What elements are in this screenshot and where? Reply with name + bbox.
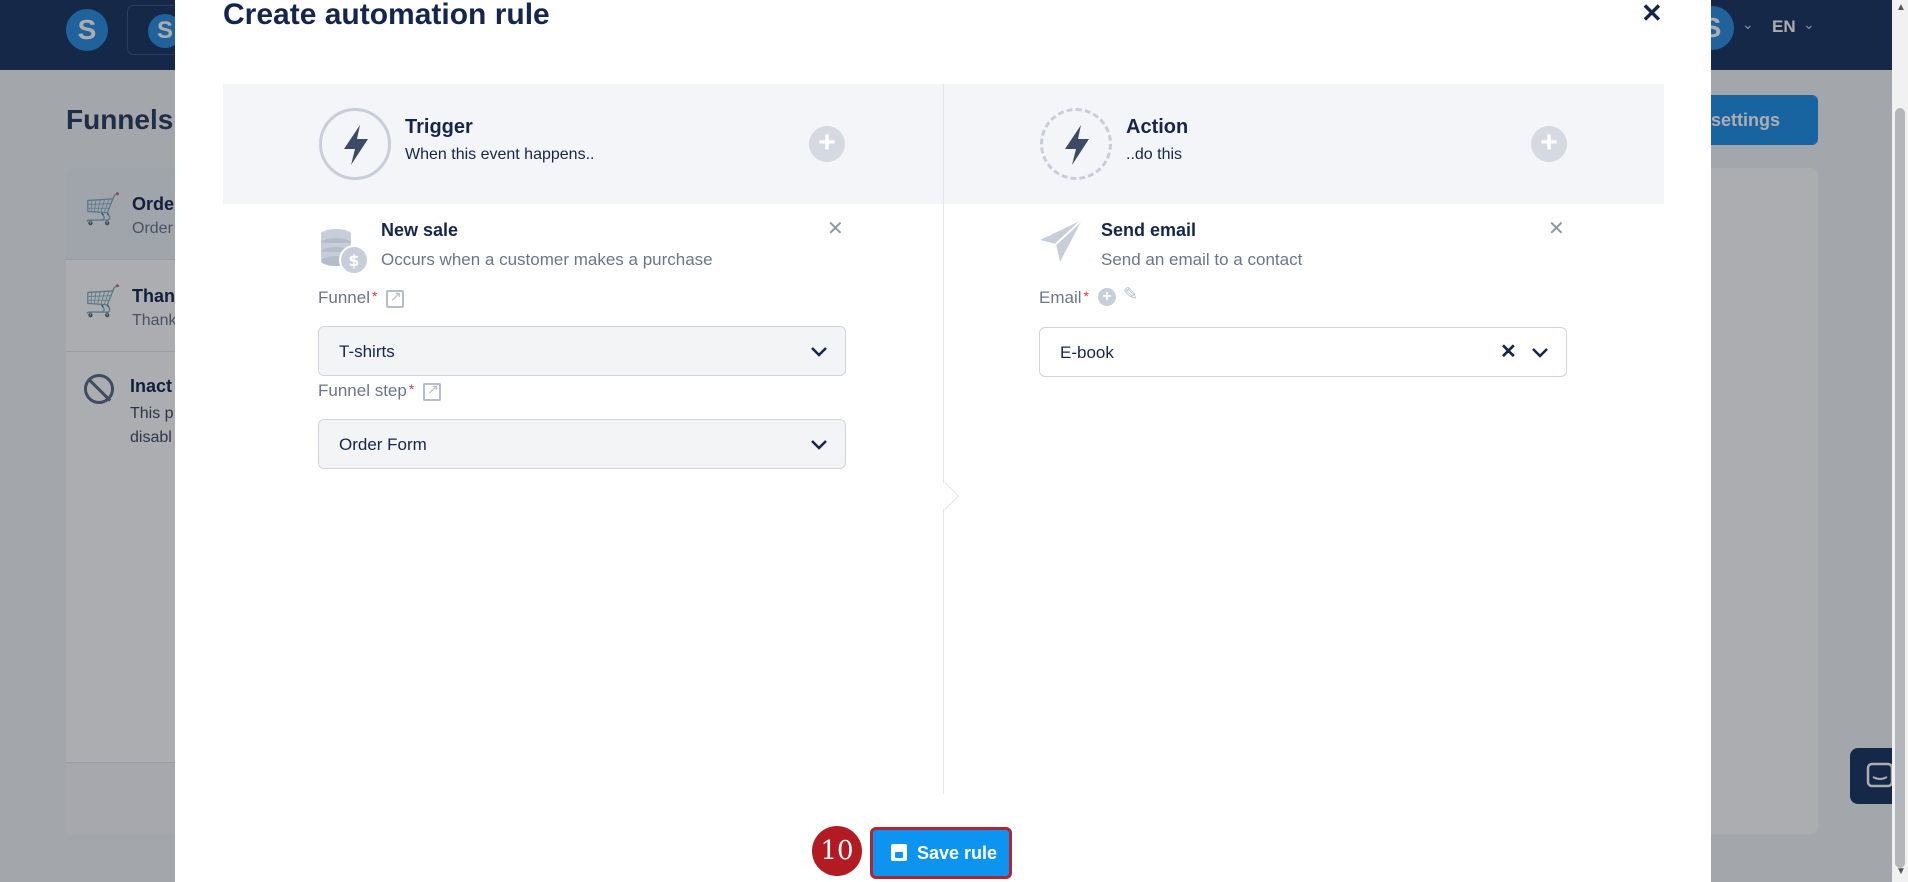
funnel-step-label-text: Funnel step — [318, 381, 407, 400]
scroll-down-icon[interactable]: ▼ — [1896, 866, 1906, 877]
action-title: Action — [1126, 116, 1189, 138]
funnel-select-value: T-shirts — [339, 342, 395, 361]
save-icon — [891, 844, 907, 861]
email-select[interactable]: E-book ✕ — [1039, 327, 1567, 377]
external-link-icon[interactable] — [386, 288, 404, 308]
lightning-icon — [319, 108, 391, 180]
paper-plane-icon — [1038, 218, 1086, 271]
trigger-subtitle: When this event happens.. — [405, 146, 595, 163]
action-subtitle: ..do this — [1126, 146, 1183, 163]
external-link-icon[interactable] — [423, 381, 441, 401]
email-label: Email * — [1039, 288, 1089, 308]
add-email-icon[interactable]: + — [1098, 288, 1116, 306]
coins-dollar-icon: $ — [318, 226, 370, 283]
trigger-header: Trigger When this event happens.. + — [223, 84, 943, 204]
required-marker: * — [408, 381, 415, 397]
required-marker: * — [371, 288, 378, 304]
add-trigger-button[interactable]: + — [809, 126, 845, 162]
funnel-step-select-value: Order Form — [339, 435, 427, 454]
divider-arrow — [930, 481, 960, 511]
chevron-down-icon — [811, 440, 827, 450]
save-rule-button[interactable]: Save rule — [870, 827, 1012, 879]
close-icon[interactable]: ✕ — [1641, 0, 1663, 29]
remove-trigger-icon[interactable]: ✕ — [827, 216, 844, 241]
modal-title: Create automation rule — [223, 0, 550, 31]
scroll-up-icon[interactable]: ▲ — [1896, 2, 1906, 13]
action-header: Action ..do this + — [944, 84, 1664, 204]
remove-action-icon[interactable]: ✕ — [1548, 216, 1565, 241]
funnel-step-select[interactable]: Order Form — [318, 419, 846, 469]
funnel-label-text: Funnel — [318, 288, 370, 307]
trigger-card-subtitle: Occurs when a customer makes a purchase — [381, 250, 713, 269]
save-rule-label: Save rule — [917, 843, 998, 863]
trigger-card-title: New sale — [381, 220, 459, 240]
chevron-down-icon — [1532, 348, 1548, 358]
action-card-title: Send email — [1101, 220, 1197, 240]
column-divider — [943, 84, 944, 794]
funnel-step-label: Funnel step * — [318, 381, 414, 401]
svg-text:$: $ — [348, 251, 359, 270]
edit-email-icon[interactable]: ✎ — [1123, 284, 1138, 305]
funnel-label: Funnel * — [318, 288, 377, 308]
step-number-badge: 10 — [812, 826, 862, 876]
create-automation-rule-modal: Create automation rule ✕ Trigger When th… — [175, 0, 1711, 882]
action-card-subtitle: Send an email to a contact — [1101, 250, 1303, 269]
trigger-title: Trigger — [405, 116, 473, 138]
clear-selection-icon[interactable]: ✕ — [1500, 339, 1517, 364]
chevron-down-icon — [811, 347, 827, 357]
scrollbar-thumb[interactable] — [1895, 108, 1905, 868]
email-label-text: Email — [1039, 288, 1082, 307]
required-marker: * — [1083, 288, 1089, 304]
add-action-button[interactable]: + — [1531, 126, 1567, 162]
email-select-value: E-book — [1060, 343, 1114, 362]
lightning-cycle-icon — [1040, 108, 1112, 180]
funnel-select[interactable]: T-shirts — [318, 326, 846, 376]
